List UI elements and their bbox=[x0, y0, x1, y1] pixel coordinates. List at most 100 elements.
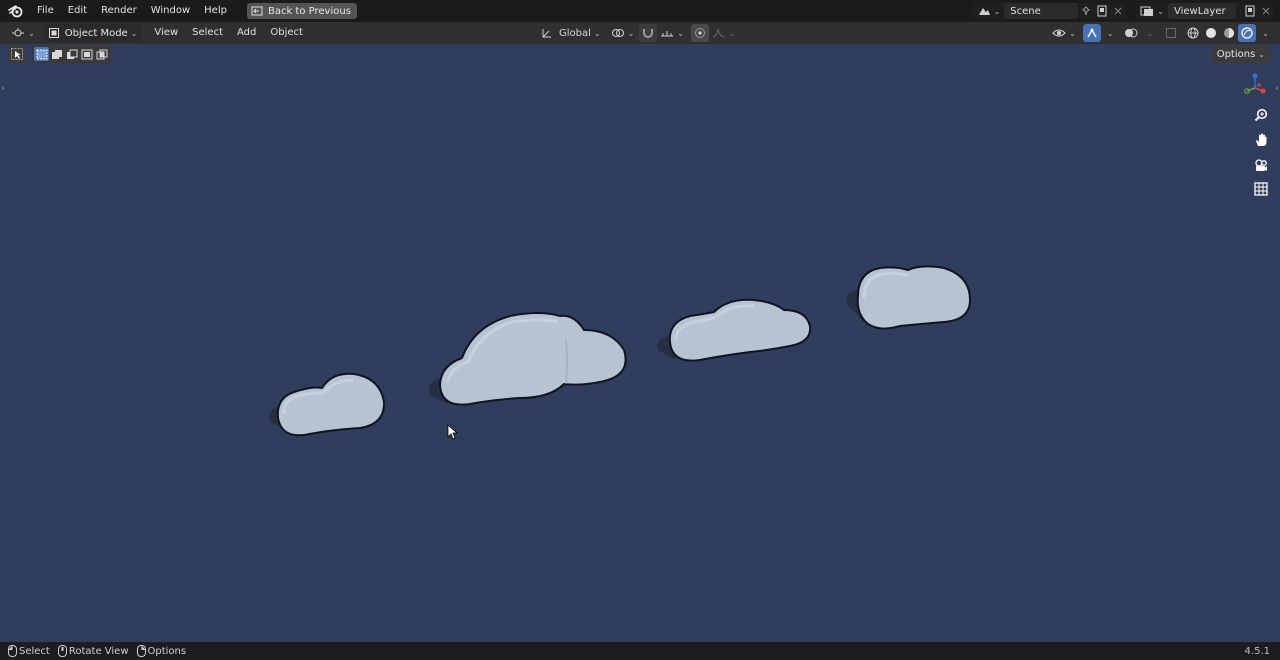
pan-button[interactable] bbox=[1252, 131, 1270, 149]
shading-dropdown[interactable]: ⌄ bbox=[1256, 24, 1272, 42]
mouse-left-icon bbox=[8, 645, 17, 657]
mouse-cursor-icon bbox=[447, 424, 459, 440]
magnet-icon bbox=[642, 27, 654, 39]
chevron-down-icon: ⌄ bbox=[729, 28, 736, 38]
active-tool-button[interactable] bbox=[8, 45, 26, 63]
delete-scene-icon[interactable] bbox=[1114, 7, 1122, 15]
overlay-icon bbox=[1124, 27, 1138, 39]
select-subtract-button[interactable] bbox=[64, 47, 79, 61]
snap-target-dropdown[interactable]: ⌄ bbox=[657, 24, 687, 42]
delete-view-layer-icon[interactable] bbox=[1262, 7, 1270, 15]
status-bar: Select Rotate View Options 4.5.1 bbox=[0, 642, 1280, 660]
menu-object[interactable]: Object bbox=[263, 22, 310, 44]
editor-type-button[interactable]: ⌄ bbox=[8, 24, 38, 42]
snap-increment-icon bbox=[660, 27, 674, 39]
transform-orientation-dropdown[interactable]: Global ⌄ bbox=[538, 24, 604, 42]
shading-rendered[interactable] bbox=[1238, 24, 1257, 42]
select-invert-button[interactable] bbox=[79, 47, 94, 61]
chevron-down-icon: ⌄ bbox=[627, 28, 635, 38]
view-layer-selector[interactable]: ⌄ ViewLayer bbox=[1136, 3, 1274, 19]
blender-logo-icon[interactable] bbox=[8, 3, 24, 19]
wireframe-sphere-icon bbox=[1187, 27, 1199, 39]
proportional-edit-toggle[interactable] bbox=[691, 24, 710, 42]
object-mode-label: Object Mode bbox=[64, 27, 128, 39]
xray-toggle[interactable] bbox=[1162, 24, 1180, 42]
viewport-scene bbox=[269, 265, 972, 440]
overlay-dropdown[interactable]: ⌄ bbox=[1141, 24, 1157, 42]
zoom-button[interactable] bbox=[1252, 106, 1270, 124]
select-extend-icon bbox=[51, 49, 63, 60]
eye-icon bbox=[1052, 27, 1066, 39]
status-options-label: Options bbox=[147, 645, 187, 657]
status-select-label: Select bbox=[19, 645, 50, 657]
overlay-toggle[interactable] bbox=[1121, 24, 1141, 42]
cloud-2[interactable] bbox=[428, 312, 627, 406]
sidebar-expand-icon[interactable]: › bbox=[1, 84, 5, 94]
select-intersect-button[interactable] bbox=[94, 47, 109, 61]
xray-icon bbox=[1165, 27, 1177, 39]
version-label: 4.5.1 bbox=[1244, 645, 1270, 657]
shading-material[interactable] bbox=[1220, 24, 1238, 42]
status-options-hint: Options bbox=[136, 645, 187, 657]
status-rotate-hint: Rotate View bbox=[57, 645, 129, 657]
scene-selector[interactable]: ⌄ Scene bbox=[972, 3, 1127, 19]
chevron-down-icon: ⌄ bbox=[1069, 28, 1076, 38]
cursor-select-icon bbox=[11, 48, 23, 60]
menu-window[interactable]: Window bbox=[144, 0, 197, 22]
chevron-down-icon: ⌄ bbox=[1106, 28, 1114, 38]
menu-file[interactable]: File bbox=[30, 0, 61, 22]
falloff-dropdown[interactable]: ⌄ bbox=[709, 24, 739, 42]
select-intersect-icon bbox=[96, 49, 108, 60]
pivot-icon bbox=[611, 27, 625, 39]
cloud-4[interactable] bbox=[846, 265, 972, 330]
menu-view[interactable]: View bbox=[147, 22, 185, 44]
zoom-icon bbox=[1254, 108, 1268, 122]
snap-toggle[interactable] bbox=[639, 24, 658, 42]
n-panel-expand-icon[interactable]: ‹ bbox=[1275, 84, 1279, 94]
back-to-previous-button[interactable]: Back to Previous bbox=[246, 3, 357, 19]
select-new-icon bbox=[36, 49, 48, 60]
object-mode-dropdown[interactable]: Object Mode ⌄ bbox=[43, 24, 142, 42]
new-view-layer-icon[interactable] bbox=[1244, 5, 1256, 17]
camera-view-button[interactable] bbox=[1252, 156, 1270, 174]
tool-settings-row bbox=[8, 45, 111, 63]
shading-solid[interactable] bbox=[1202, 24, 1220, 42]
gizmo-toggle[interactable] bbox=[1082, 24, 1101, 42]
select-new-button[interactable] bbox=[34, 47, 49, 61]
shading-wireframe[interactable] bbox=[1184, 24, 1202, 42]
menu-select[interactable]: Select bbox=[185, 22, 230, 44]
chevron-down-icon: ⌄ bbox=[130, 28, 138, 38]
gizmo-icon bbox=[1086, 27, 1098, 39]
chevron-down-icon: ⌄ bbox=[1146, 28, 1154, 38]
viewport-display-controls: ⌄ ⌄ ⌄ ⌄ bbox=[1049, 24, 1272, 42]
pin-icon[interactable] bbox=[1081, 6, 1091, 16]
menu-render[interactable]: Render bbox=[94, 0, 144, 22]
ortho-toggle-button[interactable] bbox=[1252, 180, 1270, 198]
menu-add[interactable]: Add bbox=[230, 22, 263, 44]
pivot-point-dropdown[interactable]: ⌄ bbox=[608, 24, 638, 42]
axis-navigation-gizmo[interactable] bbox=[1242, 72, 1268, 98]
gizmo-dropdown[interactable]: ⌄ bbox=[1101, 24, 1117, 42]
cloud-3[interactable] bbox=[657, 298, 812, 362]
cloud-1[interactable] bbox=[269, 372, 386, 437]
falloff-curve-icon bbox=[712, 27, 726, 39]
hand-pan-icon bbox=[1254, 133, 1268, 147]
options-dropdown[interactable]: Options ⌄ bbox=[1211, 45, 1270, 63]
chevron-down-icon: ⌄ bbox=[677, 28, 685, 38]
selection-mode-group bbox=[32, 45, 111, 63]
material-sphere-icon bbox=[1223, 27, 1235, 39]
view-layer-icon bbox=[1140, 5, 1154, 17]
chevron-down-icon: ⌄ bbox=[1258, 49, 1265, 59]
select-extend-button[interactable] bbox=[49, 47, 64, 61]
proportional-edit-icon bbox=[694, 27, 706, 39]
visibility-dropdown[interactable]: ⌄ bbox=[1049, 24, 1079, 42]
scene-name-field[interactable]: Scene bbox=[1004, 3, 1079, 19]
view-layer-name-field[interactable]: ViewLayer bbox=[1168, 3, 1236, 19]
back-arrow-icon bbox=[251, 6, 263, 16]
menu-edit[interactable]: Edit bbox=[61, 0, 94, 22]
chevron-down-icon: ⌄ bbox=[1262, 28, 1269, 38]
menu-help[interactable]: Help bbox=[197, 0, 234, 22]
new-scene-icon[interactable] bbox=[1096, 5, 1108, 17]
viewport-header: ⌄ Object Mode ⌄ View Select Add Object G… bbox=[0, 22, 1280, 44]
status-rotate-label: Rotate View bbox=[68, 645, 129, 657]
